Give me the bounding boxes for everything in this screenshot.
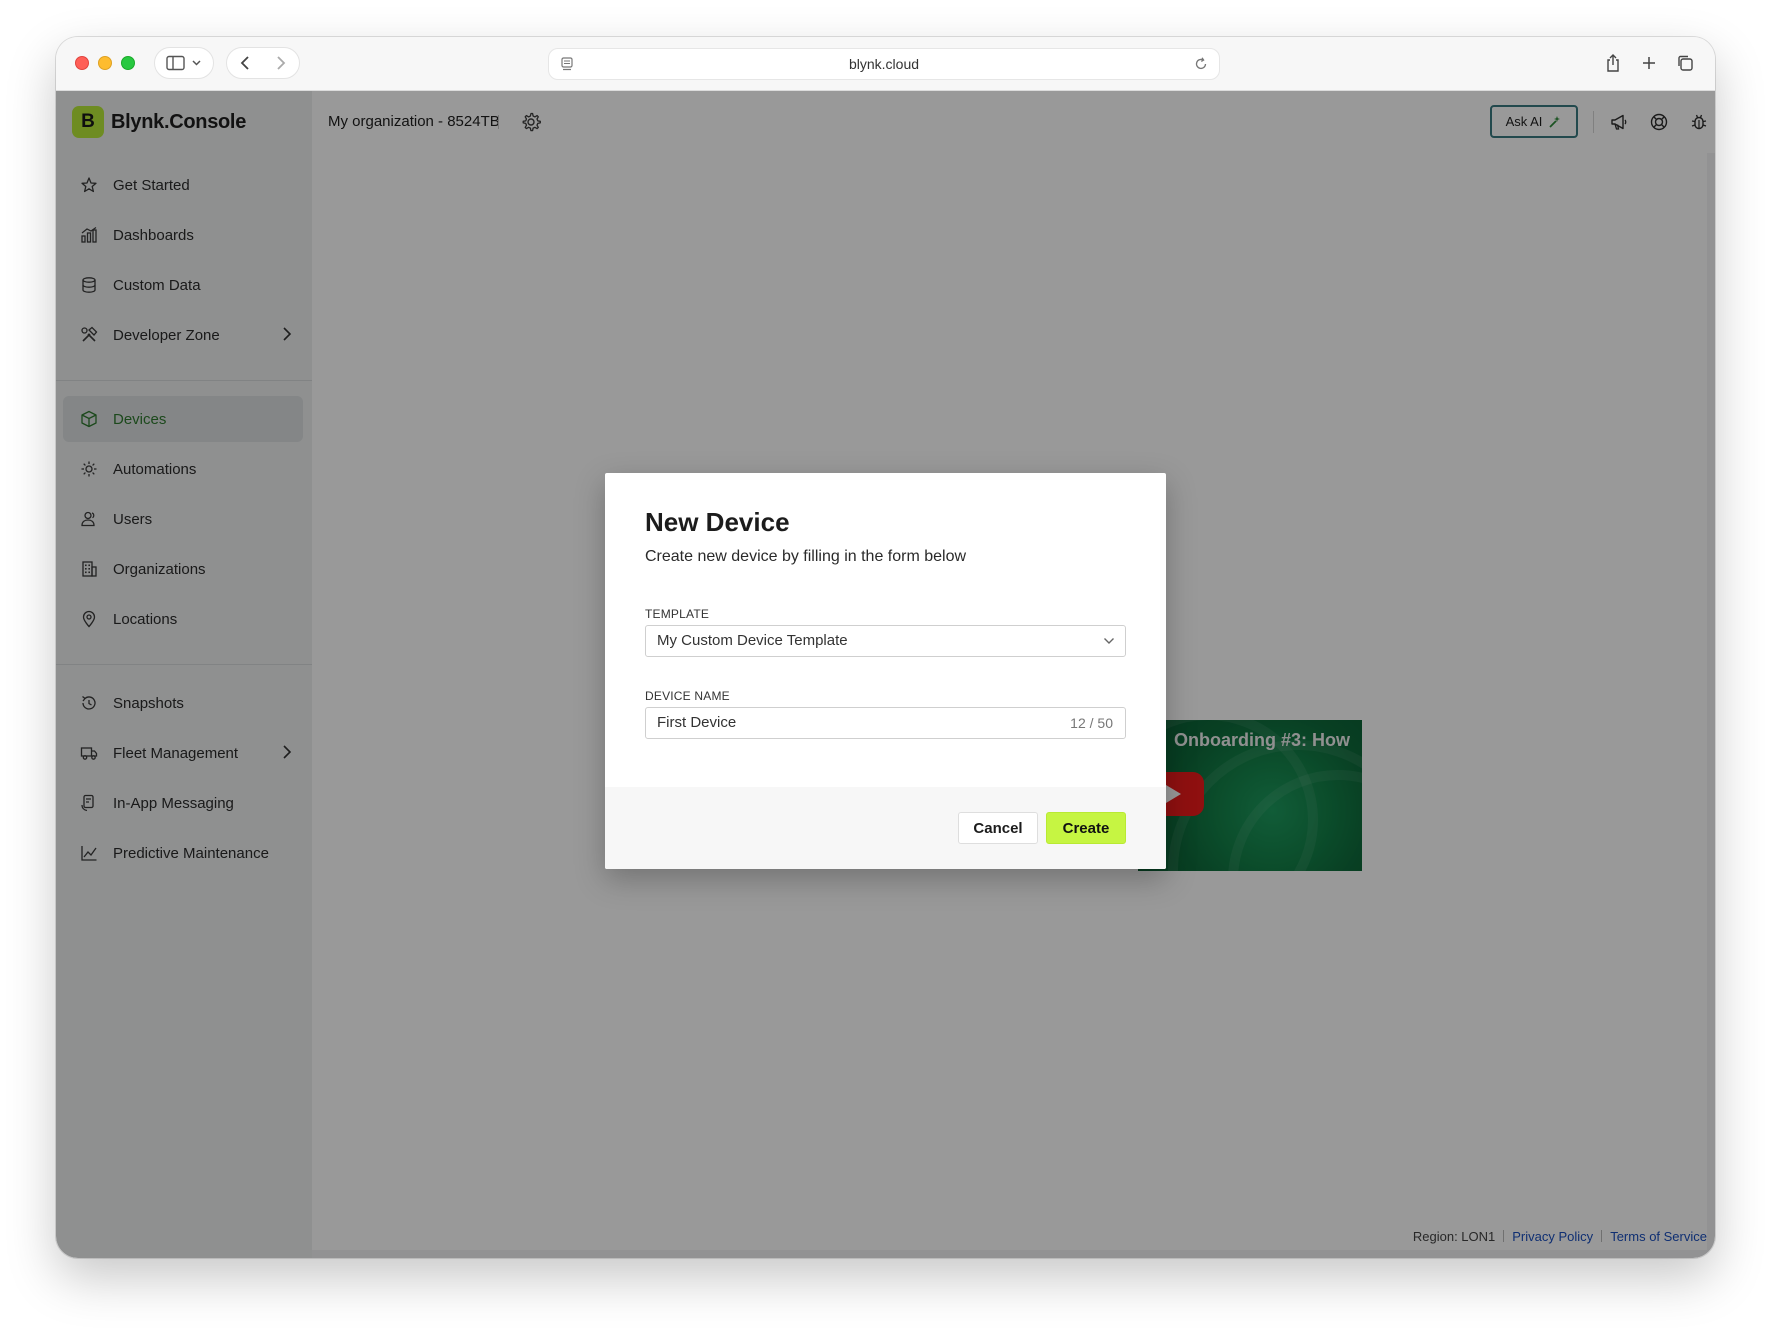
dialog-subtitle: Create new device by filling in the form… — [645, 548, 967, 565]
history-nav — [226, 47, 300, 79]
forward-button[interactable] — [263, 48, 299, 78]
create-button[interactable]: Create — [1046, 812, 1126, 844]
chevron-left-icon — [240, 56, 249, 70]
reload-icon[interactable] — [1193, 56, 1209, 72]
template-select-value: My Custom Device Template — [657, 632, 848, 649]
sidebar-toggle-button[interactable] — [154, 47, 214, 79]
dialog-footer: Cancel Create — [605, 787, 1166, 869]
new-tab-button[interactable] — [1633, 47, 1665, 79]
close-window-button[interactable] — [75, 56, 89, 70]
share-button[interactable] — [1597, 47, 1629, 79]
character-counter: 12 / 50 — [1070, 715, 1113, 731]
tab-overview-button[interactable] — [1669, 47, 1701, 79]
chevron-right-icon — [277, 56, 286, 70]
dialog-title: New Device — [645, 507, 790, 537]
sidebar-icon — [166, 55, 201, 71]
plus-icon — [1643, 57, 1655, 69]
tabs-icon — [1678, 55, 1693, 71]
device-name-input[interactable]: First Device 12 / 50 — [645, 707, 1126, 739]
template-select[interactable]: My Custom Device Template — [645, 625, 1126, 657]
device-name-label: DEVICE NAME — [645, 689, 730, 703]
minimize-window-button[interactable] — [98, 56, 112, 70]
chevron-down-icon — [1104, 638, 1114, 644]
share-icon — [1607, 54, 1619, 72]
new-device-dialog: New Device Create new device by filling … — [605, 473, 1166, 869]
cancel-button[interactable]: Cancel — [958, 812, 1038, 844]
back-button[interactable] — [227, 48, 263, 78]
zoom-window-button[interactable] — [121, 56, 135, 70]
browser-toolbar: blynk.cloud — [56, 37, 1715, 91]
template-label: TEMPLATE — [645, 607, 710, 621]
url-text: blynk.cloud — [848, 56, 920, 72]
address-bar[interactable]: blynk.cloud — [548, 48, 1220, 80]
device-name-value: First Device — [657, 714, 737, 731]
browser-window: blynk.cloud B Blynk.Console Get Started … — [56, 37, 1715, 1258]
